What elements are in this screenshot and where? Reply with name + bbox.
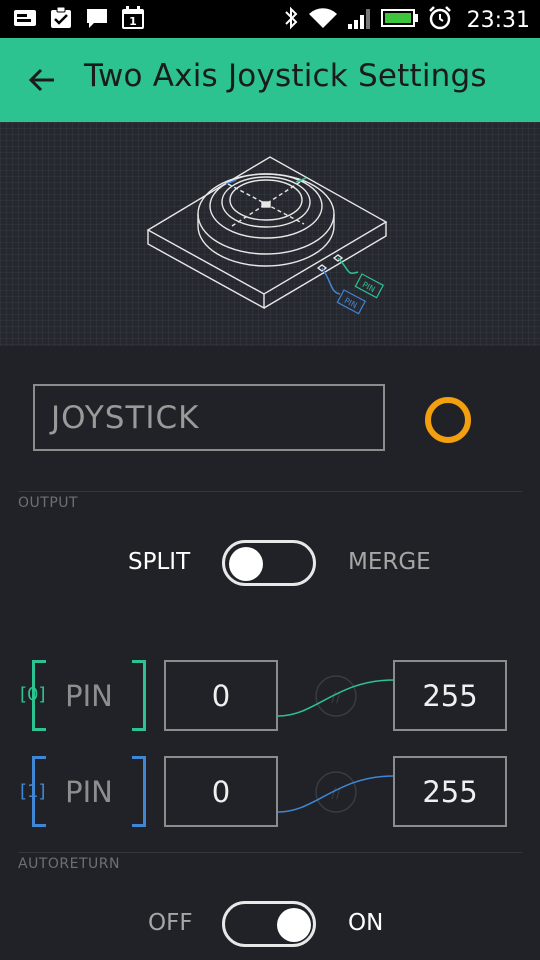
min-value-field[interactable]: 0	[164, 756, 278, 827]
on-option-label: ON	[348, 910, 384, 936]
clock-time: 23:31	[466, 7, 530, 33]
svg-text:1: 1	[129, 15, 137, 28]
pin-label: PIN	[65, 774, 113, 809]
color-picker-button[interactable]	[425, 397, 471, 443]
autoreturn-toggle[interactable]	[222, 901, 316, 947]
output-section-label: OUTPUT	[18, 495, 79, 511]
range-mapping-curve: //	[277, 675, 394, 717]
app-bar: Two Axis Joystick Settings	[0, 38, 540, 122]
merge-option-label: MERGE	[348, 549, 431, 575]
split-option-label: SPLIT	[128, 549, 191, 575]
image-notification-icon	[12, 6, 38, 30]
message-icon	[84, 6, 110, 30]
output-mode-toggle[interactable]	[222, 540, 316, 586]
max-value-field[interactable]: 255	[393, 756, 507, 827]
section-divider	[18, 491, 522, 492]
pin-select-button[interactable]: PIN	[32, 756, 146, 827]
range-mapping-curve: //	[277, 771, 394, 813]
calendar-icon: 1	[120, 6, 146, 30]
max-value-field[interactable]: 255	[393, 660, 507, 731]
min-value-field[interactable]: 0	[164, 660, 278, 731]
wifi-icon	[307, 6, 339, 34]
off-option-label: OFF	[148, 910, 193, 936]
status-bar: 1 23:31	[0, 0, 540, 38]
page-title: Two Axis Joystick Settings	[84, 58, 487, 94]
pin-label: PIN	[65, 678, 113, 713]
toggle-knob	[229, 547, 263, 581]
back-arrow-icon[interactable]	[26, 64, 58, 96]
signal-icon	[347, 6, 373, 34]
battery-icon	[380, 8, 419, 32]
toggle-knob	[277, 908, 311, 942]
illustration-pin-label: PIN	[343, 296, 359, 310]
bluetooth-icon	[283, 5, 299, 35]
section-divider	[18, 852, 522, 853]
joystick-illustration: PIN PIN	[146, 156, 388, 315]
widget-illustration: PIN PIN	[0, 122, 540, 346]
illustration-pin-label: PIN	[361, 280, 377, 294]
alarm-icon	[427, 5, 453, 35]
autoreturn-section-label: AUTORETURN	[18, 856, 120, 872]
task-check-icon	[48, 6, 74, 30]
widget-name-field[interactable]: JOYSTICK	[33, 384, 385, 451]
pin-select-button[interactable]: PIN	[32, 660, 146, 731]
